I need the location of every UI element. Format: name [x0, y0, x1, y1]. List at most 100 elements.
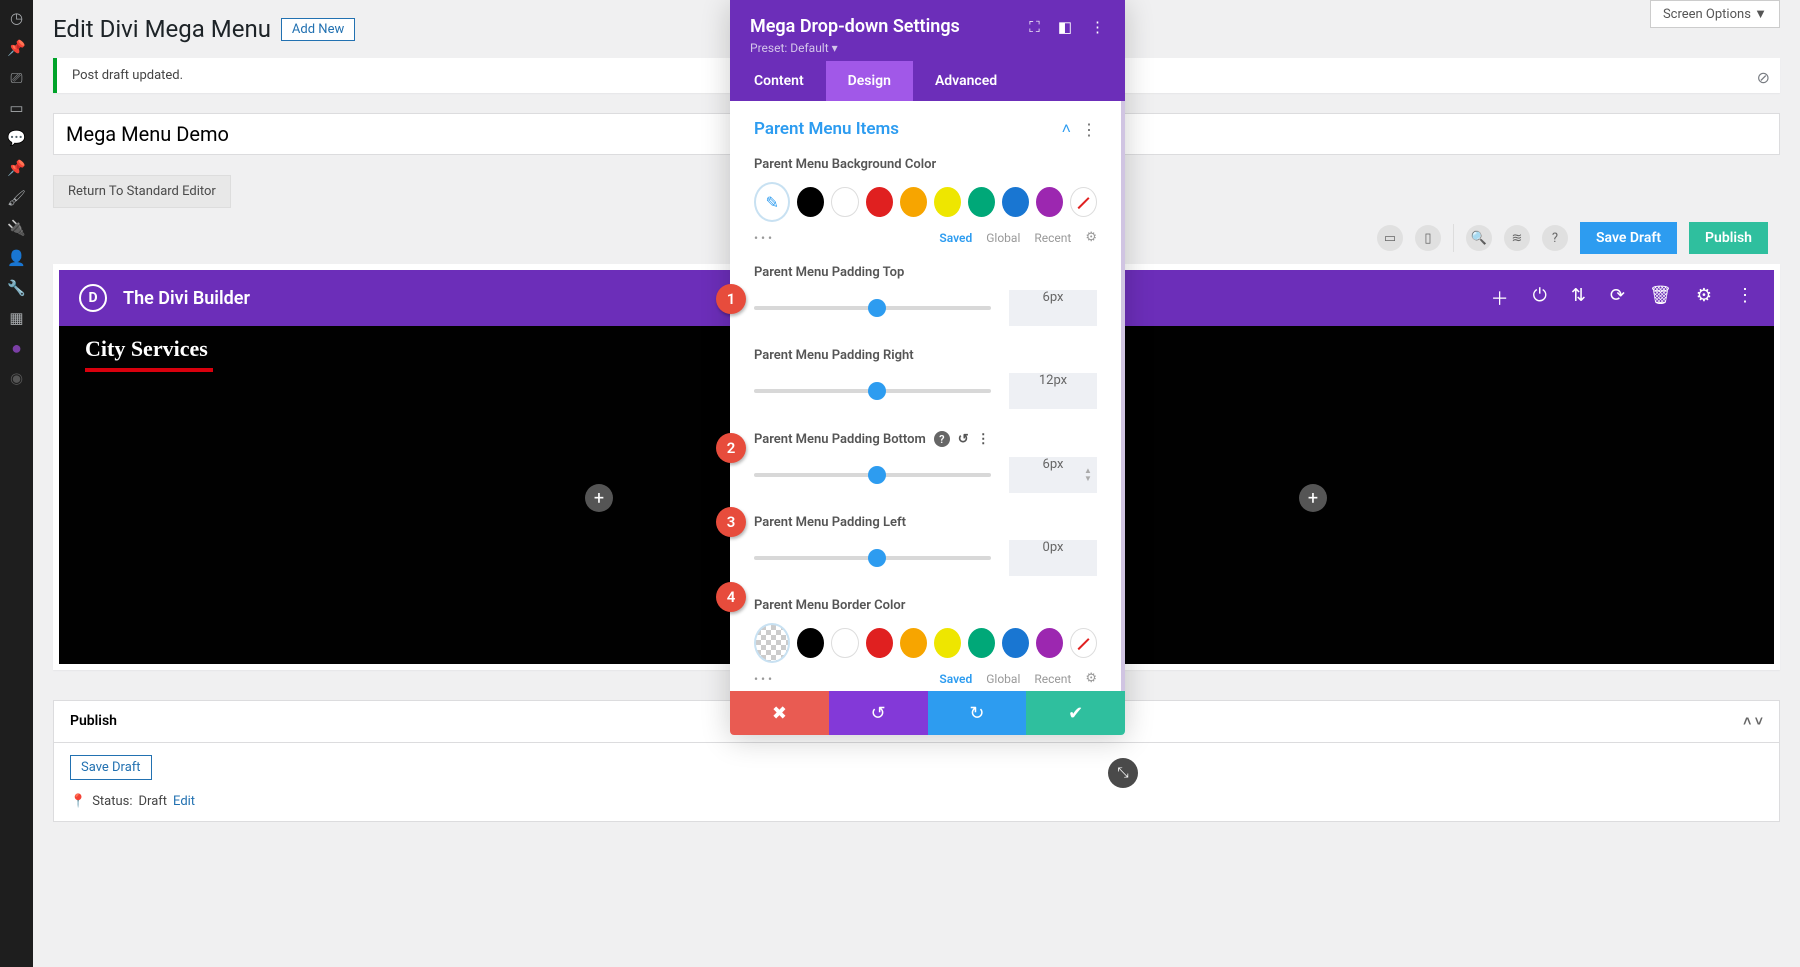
swatch-transparent[interactable]	[754, 623, 790, 663]
padding-top-value[interactable]: 6px	[1009, 290, 1097, 326]
trash-icon[interactable]: 🗑	[1649, 285, 1672, 311]
modal-save-button[interactable]: ✔	[1026, 691, 1125, 735]
swatch-black[interactable]	[797, 628, 824, 658]
builder-publish-button[interactable]: Publish	[1689, 222, 1768, 254]
tab-content[interactable]: Content	[730, 61, 826, 101]
swatch-gear-icon[interactable]: ⚙	[1085, 671, 1097, 686]
modal-more-icon[interactable]: ⋮	[1090, 18, 1105, 36]
snap-icon[interactable]: ◧	[1058, 18, 1072, 36]
slider-thumb[interactable]	[868, 549, 886, 567]
help-icon[interactable]: ?	[934, 431, 950, 447]
swatch-saved-tab[interactable]: Saved	[939, 672, 972, 686]
add-new-button[interactable]: Add New	[281, 18, 355, 41]
slider-thumb[interactable]	[868, 466, 886, 484]
metabox-toggle-icons[interactable]: ˄ ˅	[1743, 713, 1763, 730]
edit-status-link[interactable]: Edit	[173, 794, 195, 809]
swatch-recent-tab[interactable]: Recent	[1034, 231, 1071, 245]
modal-cancel-button[interactable]: ✖	[730, 691, 829, 735]
layers-icon[interactable]: ≋	[1504, 225, 1530, 251]
tab-design[interactable]: Design	[826, 61, 913, 101]
swatch-purple[interactable]	[1036, 628, 1063, 658]
padding-right-value[interactable]: 12px	[1009, 373, 1097, 409]
media-icon[interactable]: ⎚	[7, 68, 27, 88]
swatch-black[interactable]	[797, 187, 824, 217]
swatch-yellow[interactable]	[934, 187, 961, 217]
dismiss-notice-icon[interactable]: ⊘	[1757, 68, 1770, 87]
screen-options-button[interactable]: Screen Options ▼	[1650, 0, 1780, 28]
desktop-view-icon[interactable]: ▭	[1377, 225, 1403, 251]
padding-bottom-value[interactable]: 6px▲▼	[1009, 457, 1097, 493]
modal-preset[interactable]: Preset: Default ▾	[750, 41, 1105, 55]
resize-handle-icon[interactable]: ⤡	[1108, 758, 1138, 788]
swatch-purple[interactable]	[1036, 187, 1063, 217]
save-draft-button[interactable]: Save Draft	[70, 755, 152, 780]
pin2-icon[interactable]: 📌	[7, 158, 27, 178]
settings-icon[interactable]: ▦	[7, 308, 27, 328]
swatch-green[interactable]	[968, 628, 995, 658]
swatch-white[interactable]	[831, 628, 858, 658]
history-icon[interactable]: ⟳	[1610, 285, 1625, 311]
add-icon[interactable]: ＋	[1491, 285, 1509, 311]
gear-icon[interactable]: ⚙	[1696, 285, 1712, 311]
swatch-red[interactable]	[866, 187, 893, 217]
padding-bottom-slider[interactable]	[754, 473, 991, 477]
slider-thumb[interactable]	[868, 382, 886, 400]
modal-undo-button[interactable]: ↺	[829, 691, 928, 735]
add-module-left-button[interactable]: +	[585, 484, 613, 512]
sort-icon[interactable]: ⇅	[1571, 285, 1586, 311]
section-parent-menu-items[interactable]: Parent Menu Items ˄⋮	[754, 119, 1097, 139]
padding-left-value[interactable]: 0px	[1009, 540, 1097, 576]
border-color-label: Parent Menu Border Color	[754, 598, 1097, 613]
section-more-icon[interactable]: ⋮	[1081, 120, 1097, 139]
help-icon[interactable]: ?	[1542, 225, 1568, 251]
reset-icon[interactable]: ↺	[958, 432, 969, 447]
swatch-yellow[interactable]	[934, 628, 961, 658]
tab-advanced[interactable]: Advanced	[913, 61, 1019, 101]
dashboard-icon[interactable]: ◷	[7, 8, 27, 28]
swatch-blue[interactable]	[1002, 628, 1029, 658]
swatch-more-icon[interactable]: • • •	[754, 231, 772, 245]
add-module-right-button[interactable]: +	[1299, 484, 1327, 512]
builder-save-draft-button[interactable]: Save Draft	[1580, 222, 1677, 254]
power-icon[interactable]: ⏻	[1533, 285, 1547, 311]
expand-icon[interactable]: ⛶	[1029, 18, 1040, 36]
swatch-blue[interactable]	[1002, 187, 1029, 217]
pages-icon[interactable]: ▭	[7, 98, 27, 118]
tools-icon[interactable]: 🔧	[7, 278, 27, 298]
eyedropper-swatch[interactable]: ✎	[754, 182, 790, 222]
swatch-global-tab[interactable]: Global	[986, 672, 1020, 686]
appearance-icon[interactable]: 🖌	[7, 188, 27, 208]
swatch-white[interactable]	[831, 187, 858, 217]
zoom-icon[interactable]: 🔍	[1466, 225, 1492, 251]
more-icon[interactable]: ⋮	[1736, 285, 1754, 311]
padding-right-slider[interactable]	[754, 389, 991, 393]
padding-left-slider[interactable]	[754, 556, 991, 560]
swatch-none[interactable]	[1070, 187, 1097, 217]
mobile-view-icon[interactable]: ▯	[1415, 225, 1441, 251]
swatch-recent-tab[interactable]: Recent	[1034, 672, 1071, 686]
swatch-red[interactable]	[866, 628, 893, 658]
notice-text: Post draft updated.	[72, 68, 183, 83]
swatch-green[interactable]	[968, 187, 995, 217]
swatch-orange[interactable]	[900, 187, 927, 217]
plugins-icon[interactable]: 🔌	[7, 218, 27, 238]
swatch-gear-icon[interactable]: ⚙	[1085, 230, 1097, 245]
field-more-icon[interactable]: ⋮	[977, 432, 990, 447]
divi-icon[interactable]: ●	[7, 338, 27, 358]
divi2-icon[interactable]: ◉	[7, 368, 27, 388]
swatch-saved-tab[interactable]: Saved	[939, 231, 972, 245]
return-standard-editor-button[interactable]: Return To Standard Editor	[53, 175, 231, 208]
users-icon[interactable]: 👤	[7, 248, 27, 268]
divi-logo-icon: D	[79, 284, 107, 312]
swatch-orange[interactable]	[900, 628, 927, 658]
slider-thumb[interactable]	[868, 299, 886, 317]
comments-icon[interactable]: 💬	[7, 128, 27, 148]
modal-redo-button[interactable]: ↻	[928, 691, 1027, 735]
swatch-global-tab[interactable]: Global	[986, 231, 1020, 245]
padding-top-slider[interactable]	[754, 306, 991, 310]
modal-footer: ✖ ↺ ↻ ✔	[730, 691, 1125, 735]
swatch-none[interactable]	[1070, 628, 1097, 658]
swatch-more-icon[interactable]: • • •	[754, 672, 772, 686]
stepper-icon[interactable]: ▲▼	[1081, 457, 1095, 493]
pin-icon[interactable]: 📌	[7, 38, 27, 58]
